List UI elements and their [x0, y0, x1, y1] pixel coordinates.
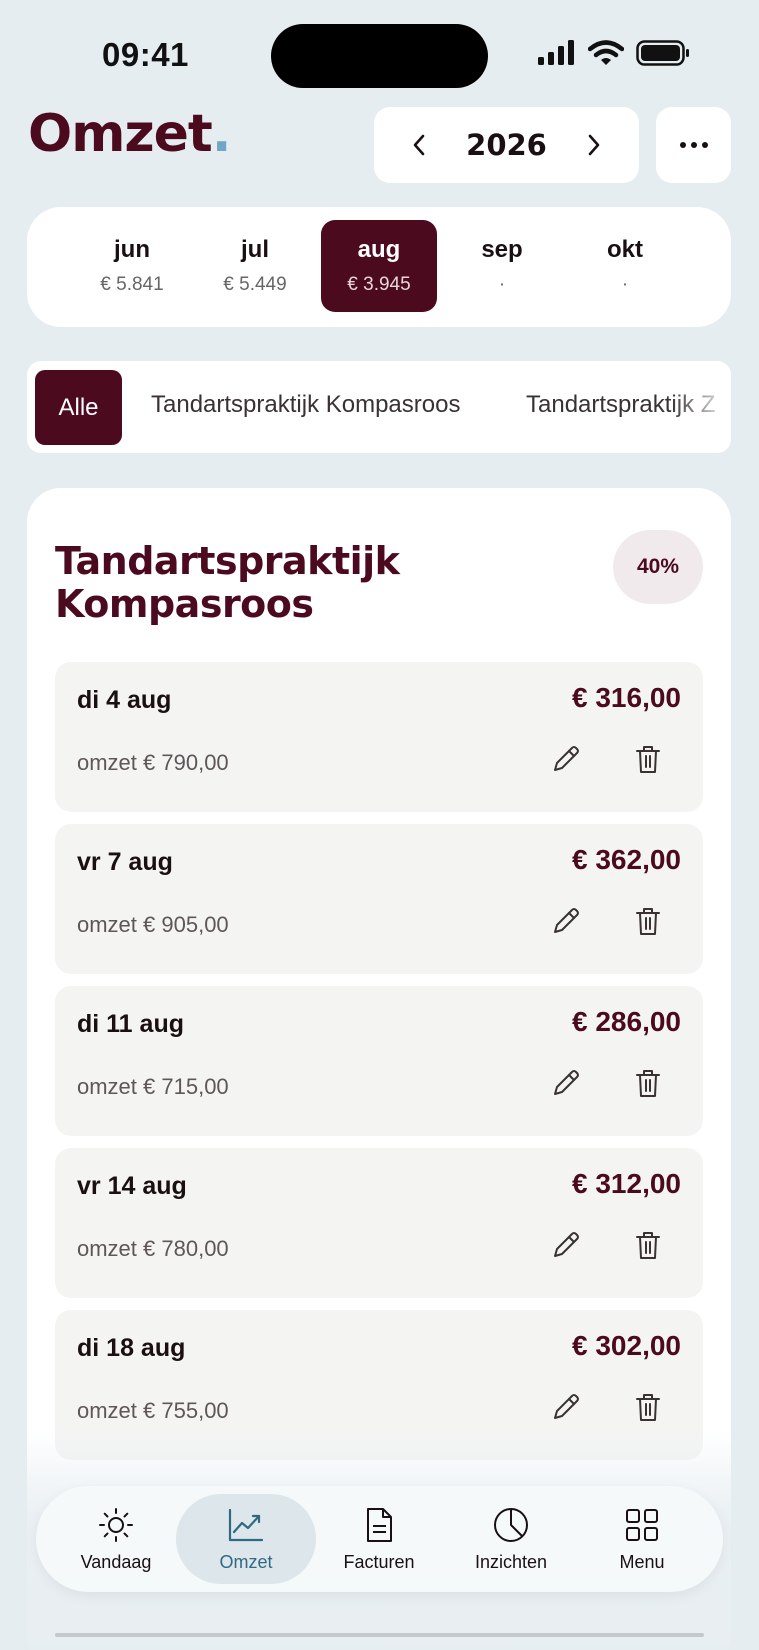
month-name: okt: [607, 236, 643, 263]
entry-row: vr 7 aug € 362,00 omzet € 905,00: [55, 824, 703, 974]
month-total: € 5.449: [223, 274, 287, 295]
battery-icon: [636, 40, 689, 66]
edit-icon[interactable]: [549, 1228, 583, 1262]
chevron-right-icon: [588, 134, 600, 156]
month-strip: jun € 5.841 jul € 5.449 aug € 3.945 sep · okt ·: [27, 207, 731, 327]
entry-row: vr 14 aug € 312,00 omzet € 780,00: [55, 1148, 703, 1298]
grid-icon: [626, 1508, 658, 1541]
status-time: 09:41: [102, 36, 189, 73]
entry-amount: € 312,00: [572, 1168, 681, 1199]
signal-icon: [538, 40, 574, 65]
more-horizontal-icon: [679, 142, 708, 148]
previous-year-button[interactable]: [402, 128, 436, 162]
edit-icon[interactable]: [549, 904, 583, 938]
month-sep[interactable]: sep ·: [444, 220, 560, 312]
brand-logo: Omzet.: [28, 104, 232, 164]
entry-turnover: omzet € 780,00: [77, 1236, 229, 1261]
month-aug[interactable]: aug € 3.945: [321, 220, 437, 312]
month-name: jul: [241, 236, 269, 263]
nav-label: Inzichten: [474, 1551, 548, 1572]
bottom-navigation: Vandaag Omzet Facturen Inzichten Menu: [36, 1486, 723, 1592]
trash-icon[interactable]: [631, 1066, 665, 1100]
entry-row: di 11 aug € 286,00 omzet € 715,00: [55, 986, 703, 1136]
nav-inzichten[interactable]: Inzichten: [441, 1494, 581, 1584]
home-indicator: [55, 1633, 704, 1637]
chart-line-icon: [228, 1508, 264, 1541]
entry-turnover: omzet € 790,00: [77, 750, 229, 775]
month-total: ·: [621, 274, 629, 295]
entry-amount: € 316,00: [572, 682, 681, 713]
document-icon: [367, 1507, 392, 1542]
month-total: € 3.945: [347, 274, 411, 295]
nav-label: Vandaag: [80, 1551, 152, 1572]
nav-vandaag[interactable]: Vandaag: [46, 1494, 186, 1584]
nav-label: Facturen: [343, 1551, 415, 1572]
edit-icon[interactable]: [549, 1066, 583, 1100]
entry-turnover: omzet € 905,00: [77, 912, 229, 937]
trash-icon[interactable]: [631, 904, 665, 938]
client-title: Tandartspraktijk Kompasroos: [55, 539, 400, 626]
tabs-fade: [671, 361, 731, 453]
wifi-icon: [588, 40, 624, 65]
month-jul[interactable]: jul € 5.449: [197, 220, 313, 312]
entry-amount: € 286,00: [572, 1006, 681, 1037]
next-year-button[interactable]: [577, 128, 611, 162]
month-name: jun: [114, 236, 150, 263]
filter-all-tab[interactable]: Alle: [35, 370, 122, 445]
app-screen: 09:41 Omzet. 2026 jun € 5.841 jul € 5.44…: [0, 0, 759, 1650]
month-total: € 5.841: [100, 274, 164, 295]
edit-icon[interactable]: [549, 1390, 583, 1424]
edit-icon[interactable]: [549, 742, 583, 776]
trash-icon[interactable]: [631, 1390, 665, 1424]
nav-facturen[interactable]: Facturen: [309, 1494, 449, 1584]
dynamic-island: [271, 24, 488, 88]
entry-date: di 11 aug: [77, 1010, 184, 1038]
entry-date: vr 7 aug: [77, 848, 173, 876]
chevron-left-icon: [413, 134, 425, 156]
month-total: ·: [498, 274, 506, 295]
brand-dot: .: [211, 104, 232, 164]
year-label: 2026: [466, 128, 547, 162]
more-options-button[interactable]: [656, 107, 731, 183]
year-selector: 2026: [374, 107, 639, 183]
trash-icon[interactable]: [631, 1228, 665, 1262]
brand-text: Omzet: [28, 104, 213, 164]
month-name: sep: [481, 236, 523, 263]
month-jun[interactable]: jun € 5.841: [74, 220, 190, 312]
nav-label: Menu: [619, 1551, 665, 1572]
nav-omzet[interactable]: Omzet: [176, 1494, 316, 1584]
month-okt[interactable]: okt ·: [567, 220, 683, 312]
nav-menu[interactable]: Menu: [572, 1494, 712, 1584]
entry-amount: € 362,00: [572, 844, 681, 875]
entry-date: di 4 aug: [77, 686, 172, 714]
entry-amount: € 302,00: [572, 1330, 681, 1361]
filter-tab-kompasroos[interactable]: Tandartspraktijk Kompasroos: [151, 391, 460, 419]
entry-row: di 4 aug € 316,00 omzet € 790,00: [55, 662, 703, 812]
client-filter-tabs: Alle Tandartspraktijk Kompasroos Tandart…: [27, 361, 731, 453]
trash-icon[interactable]: [631, 742, 665, 776]
sun-icon: [99, 1507, 133, 1542]
entry-turnover: omzet € 715,00: [77, 1074, 229, 1099]
percentage-badge: 40%: [613, 530, 703, 604]
entry-date: vr 14 aug: [77, 1172, 187, 1200]
status-icons: [536, 40, 690, 66]
entry-date: di 18 aug: [77, 1334, 186, 1362]
nav-label: Omzet: [219, 1551, 273, 1572]
month-name: aug: [357, 236, 401, 263]
pie-chart-icon: [494, 1507, 528, 1542]
entry-turnover: omzet € 755,00: [77, 1398, 229, 1423]
